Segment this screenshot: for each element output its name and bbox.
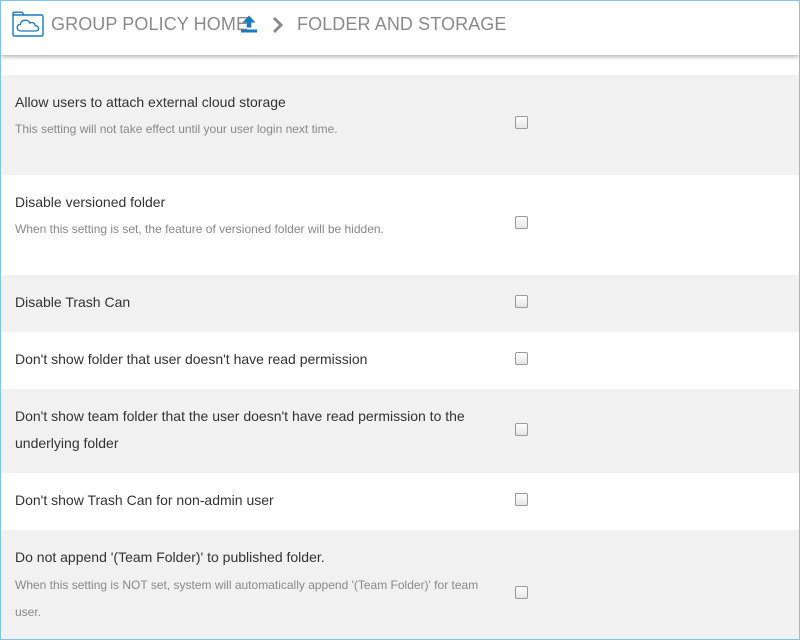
setting-description: When this setting is set, the feature of… <box>15 222 384 236</box>
setting-row-hide-trash-non-admin: Don't show Trash Can for non-admin user <box>1 473 799 530</box>
setting-title: Disable Trash Can <box>15 294 131 310</box>
upload-icon[interactable] <box>239 14 259 34</box>
setting-title: Don't show Trash Can for non-admin user <box>15 492 274 508</box>
setting-row-hide-no-read-folder: Don't show folder that user doesn't have… <box>1 332 799 389</box>
setting-row-hide-team-folder-no-read: Don't show team folder that the user doe… <box>1 389 799 473</box>
cloud-folder-icon[interactable] <box>12 11 44 37</box>
setting-checkbox[interactable] <box>515 216 528 229</box>
chevron-right-icon <box>272 16 284 34</box>
app-window: GROUP POLICY HOME FOLDER AND STORAGE All… <box>0 0 800 640</box>
breadcrumb-home[interactable]: GROUP POLICY HOME <box>51 14 248 35</box>
setting-row-disable-trash-can: Disable Trash Can <box>1 275 799 332</box>
setting-row-no-team-folder-suffix: Do not append '(Team Folder)' to publish… <box>1 530 799 639</box>
breadcrumb-header: GROUP POLICY HOME FOLDER AND STORAGE <box>1 1 799 55</box>
setting-row-external-cloud-storage: Allow users to attach external cloud sto… <box>1 75 799 175</box>
setting-description: This setting will not take effect until … <box>15 122 338 136</box>
setting-title: Allow users to attach external cloud sto… <box>15 94 286 110</box>
setting-checkbox[interactable] <box>515 295 528 308</box>
setting-title: Don't show team folder that the user doe… <box>15 408 465 451</box>
setting-checkbox[interactable] <box>515 352 528 365</box>
setting-description: When this setting is NOT set, system wil… <box>15 578 479 619</box>
setting-checkbox[interactable] <box>515 423 528 436</box>
list-top-spacer <box>1 56 799 75</box>
setting-checkbox[interactable] <box>515 116 528 129</box>
setting-checkbox[interactable] <box>515 586 528 599</box>
settings-list: Allow users to attach external cloud sto… <box>1 56 799 639</box>
setting-checkbox[interactable] <box>515 493 528 506</box>
setting-title: Don't show folder that user doesn't have… <box>15 351 368 367</box>
setting-title: Do not append '(Team Folder)' to publish… <box>15 549 325 565</box>
setting-title: Disable versioned folder <box>15 194 166 210</box>
setting-row-disable-versioned-folder: Disable versioned folder When this setti… <box>1 175 799 275</box>
breadcrumb-current: FOLDER AND STORAGE <box>297 14 507 34</box>
